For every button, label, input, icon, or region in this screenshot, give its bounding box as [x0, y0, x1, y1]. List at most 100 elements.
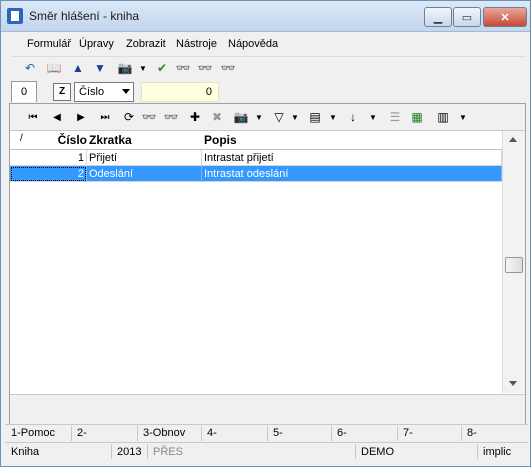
fkey-7[interactable]: 7- [403, 427, 413, 439]
menu-napoveda[interactable]: Nápověda [228, 38, 278, 50]
find-all-icon[interactable]: 👓 [219, 59, 237, 77]
book-icon[interactable]: 📖 [45, 59, 63, 77]
app-icon [7, 8, 23, 24]
delete-record-icon[interactable]: ✖ [208, 108, 226, 126]
list-icon[interactable]: ☰ [386, 108, 404, 126]
cell-popis: Intrastat přijetí [202, 150, 502, 166]
minimize-icon: ▁ [433, 11, 443, 24]
grid-toolbar: ⏮ ◀ ▶ ⏭ ⟳ 👓 👓 ✚ ✖ 📷 ▼ ▽ ▼ ▤ ▼ ↓ ▼ ☰ ▦ ▥ … [10, 104, 525, 131]
status-implic: implic [483, 446, 512, 458]
last-record-icon[interactable]: ⏭ [96, 108, 114, 126]
menu-bar: Formulář Úpravy Zobrazit Nástroje Nápově… [11, 34, 526, 54]
binoculars-icon[interactable]: 👓 [174, 59, 192, 77]
fkey-divider [267, 426, 268, 441]
fkey-divider [397, 426, 398, 441]
find-next-disabled-icon[interactable]: 👓 [162, 108, 180, 126]
header-cislo[interactable]: Číslo [10, 133, 87, 147]
undo-icon[interactable]: ↶ [21, 59, 39, 77]
filter-row: 0 Z Číslo 0 [5, 81, 528, 103]
camera-icon[interactable]: 📷 [232, 108, 250, 126]
sort-dropdown-icon[interactable]: ▼ [364, 108, 382, 126]
cell-cislo: 1 [10, 150, 87, 166]
fkey-1[interactable]: 1-Pomoc [11, 427, 55, 439]
camera-icon[interactable]: 📷 [116, 59, 134, 77]
status-divider [147, 444, 148, 459]
maximize-button[interactable]: ▭ [453, 7, 481, 27]
vertical-scrollbar[interactable] [502, 131, 525, 393]
arrow-up-icon[interactable]: ▲ [69, 59, 87, 77]
status-mode: PŘES [153, 446, 183, 458]
status-year: 2013 [117, 446, 142, 458]
header-zkratka[interactable]: Zkratka [89, 133, 132, 147]
menu-nastroje[interactable]: Nástroje [176, 38, 217, 50]
sort-icon[interactable]: ↓ [344, 108, 362, 126]
menu-zobrazit[interactable]: Zobrazit [126, 38, 166, 50]
cell-cislo: 2 [10, 166, 87, 182]
records-grid[interactable]: / Číslo Zkratka Popis 1 Přijetí Intrasta… [10, 131, 502, 393]
filter-dropdown-icon[interactable]: ▼ [286, 108, 304, 126]
maximize-icon: ▭ [461, 11, 473, 24]
refresh-icon[interactable]: ⟳ [120, 108, 138, 126]
menu-formular[interactable]: Formulář [27, 38, 71, 50]
fkey-3[interactable]: 3-Obnov [143, 427, 185, 439]
add-record-icon[interactable]: ✚ [186, 108, 204, 126]
close-button[interactable]: ✕ [483, 7, 527, 27]
camera-dropdown-icon[interactable]: ▼ [134, 59, 152, 77]
minimize-button[interactable]: ▁ [424, 7, 452, 27]
next-record-icon[interactable]: ▶ [72, 108, 90, 126]
fkey-5[interactable]: 5- [273, 427, 283, 439]
menu-upravy[interactable]: Úpravy [79, 38, 114, 50]
scroll-down-icon[interactable] [509, 381, 517, 386]
fkey-divider [331, 426, 332, 441]
report-icon[interactable]: ▥ [434, 108, 452, 126]
first-record-icon[interactable]: ⏮ [24, 108, 42, 126]
title-bar: Směr hlášení - kniha ▁ ▭ ✕ [1, 1, 530, 32]
grid-header: / Číslo Zkratka Popis [10, 131, 502, 150]
camera-dropdown-icon[interactable]: ▼ [250, 108, 268, 126]
columns-dropdown-icon[interactable]: ▼ [324, 108, 342, 126]
grid-footer [10, 394, 525, 425]
cell-zkratka: Odeslání [87, 166, 202, 182]
main-toolbar: ↶ 📖 ▲ ▼ 📷 ▼ ✔ 👓 👓 👓 [11, 56, 526, 79]
field-select-value: Číslo [79, 86, 105, 98]
close-icon: ✕ [500, 11, 510, 24]
cell-zkratka: Přijetí [87, 150, 202, 166]
fkey-8[interactable]: 8- [467, 427, 477, 439]
status-kniha: Kniha [11, 446, 40, 458]
chevron-down-icon [122, 89, 130, 94]
field-select[interactable]: Číslo [74, 82, 134, 102]
header-popis[interactable]: Popis [204, 133, 237, 147]
scroll-thumb[interactable] [505, 257, 523, 273]
grid-panel: ⏮ ◀ ▶ ⏭ ⟳ 👓 👓 ✚ ✖ 📷 ▼ ▽ ▼ ▤ ▼ ↓ ▼ ☰ ▦ ▥ … [9, 103, 526, 425]
arrow-down-icon[interactable]: ▼ [91, 59, 109, 77]
fkey-4[interactable]: 4- [207, 427, 217, 439]
z-button[interactable]: Z [53, 83, 71, 101]
fkey-divider [71, 426, 72, 441]
columns-icon[interactable]: ▤ [306, 108, 324, 126]
main-window: Směr hlášení - kniha ▁ ▭ ✕ Formulář Úpra… [0, 0, 531, 467]
check-icon[interactable]: ✔ [153, 59, 171, 77]
table-row[interactable]: 1 Přijetí Intrastat přijetí [10, 150, 502, 166]
fkey-2[interactable]: 2- [77, 427, 87, 439]
search-value-text: 0 [205, 86, 212, 98]
scroll-up-icon[interactable] [509, 137, 517, 142]
binoculars-icon[interactable]: 👓 [140, 108, 158, 126]
fkey-divider [461, 426, 462, 441]
status-divider [477, 444, 478, 459]
status-bar: Kniha 2013 PŘES DEMO implic [5, 442, 528, 461]
status-db: DEMO [361, 446, 394, 458]
function-keys-bar: 1-Pomoc 2- 3-Obnov 4- 5- 6- 7- 8- [5, 424, 528, 441]
status-divider [111, 444, 112, 459]
prev-record-icon[interactable]: ◀ [48, 108, 66, 126]
window-title: Směr hlášení - kniha [29, 9, 140, 23]
status-divider [355, 444, 356, 459]
tab-0[interactable]: 0 [11, 81, 37, 102]
excel-export-icon[interactable]: ▦ [408, 108, 426, 126]
report-dropdown-icon[interactable]: ▼ [454, 108, 472, 126]
fkey-divider [201, 426, 202, 441]
fkey-6[interactable]: 6- [337, 427, 347, 439]
find-next-icon[interactable]: 👓 [196, 59, 214, 77]
search-value-input[interactable]: 0 [141, 82, 219, 102]
fkey-divider [137, 426, 138, 441]
table-row-selected[interactable]: 2 Odeslání Intrastat odeslání [10, 166, 502, 182]
